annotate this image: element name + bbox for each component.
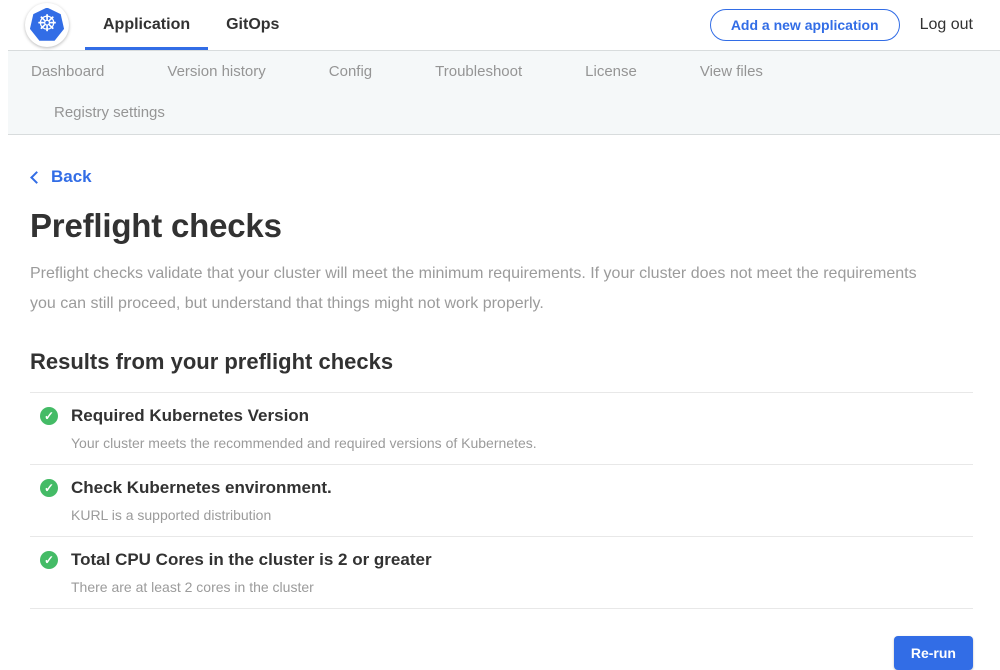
actions-row: Re-run [30,636,973,670]
subnav-item-version-history[interactable]: Version history [167,51,265,92]
tab-gitops[interactable]: GitOps [208,0,297,50]
kubernetes-heptagon: ☸ [30,8,65,43]
preflight-results-list: ✓ Required Kubernetes Version Your clust… [30,392,973,609]
subnav-item-license[interactable]: License [585,51,637,92]
check-row-cpu-cores: ✓ Total CPU Cores in the cluster is 2 or… [30,537,973,609]
check-text: Required Kubernetes Version Your cluster… [71,405,537,451]
check-circle-icon: ✓ [40,479,58,497]
primary-tabs: Application GitOps [85,0,297,50]
navbar-right: Add a new application Log out [710,9,1000,41]
check-text: Total CPU Cores in the cluster is 2 or g… [71,549,432,595]
check-row-kubernetes-environment: ✓ Check Kubernetes environment. KURL is … [30,465,973,537]
back-link[interactable]: Back [30,167,92,187]
subnav-item-view-files[interactable]: View files [700,51,763,92]
page-description: Preflight checks validate that your clus… [30,259,942,319]
check-message: There are at least 2 cores in the cluste… [71,579,432,595]
helm-wheel-icon: ☸ [37,13,58,36]
rerun-button[interactable]: Re-run [894,636,973,670]
top-navbar: ☸ Application GitOps Add a new applicati… [0,0,1000,50]
check-text: Check Kubernetes environment. KURL is a … [71,477,332,523]
app-subnav: Dashboard Version history Config Trouble… [8,50,1000,135]
tab-application[interactable]: Application [85,0,208,50]
check-title: Required Kubernetes Version [71,405,537,426]
back-link-label: Back [51,167,92,187]
check-message: KURL is a supported distribution [71,507,332,523]
check-title: Check Kubernetes environment. [71,477,332,498]
subnav-item-registry-settings[interactable]: Registry settings [54,92,165,133]
kubernetes-logo: ☸ [25,3,69,47]
check-circle-icon: ✓ [40,407,58,425]
check-title: Total CPU Cores in the cluster is 2 or g… [71,549,432,570]
preflight-checks-page: Back Preflight checks Preflight checks v… [0,135,1000,670]
check-message: Your cluster meets the recommended and r… [71,435,537,451]
logout-link[interactable]: Log out [920,16,973,34]
subnav-item-dashboard[interactable]: Dashboard [31,51,104,92]
subnav-item-config[interactable]: Config [329,51,372,92]
results-heading: Results from your preflight checks [30,349,973,375]
page-title: Preflight checks [30,207,973,245]
subnav-item-troubleshoot[interactable]: Troubleshoot [435,51,522,92]
check-row-kubernetes-version: ✓ Required Kubernetes Version Your clust… [30,393,973,465]
add-new-application-button[interactable]: Add a new application [710,9,900,41]
check-circle-icon: ✓ [40,551,58,569]
chevron-left-icon [30,171,43,184]
